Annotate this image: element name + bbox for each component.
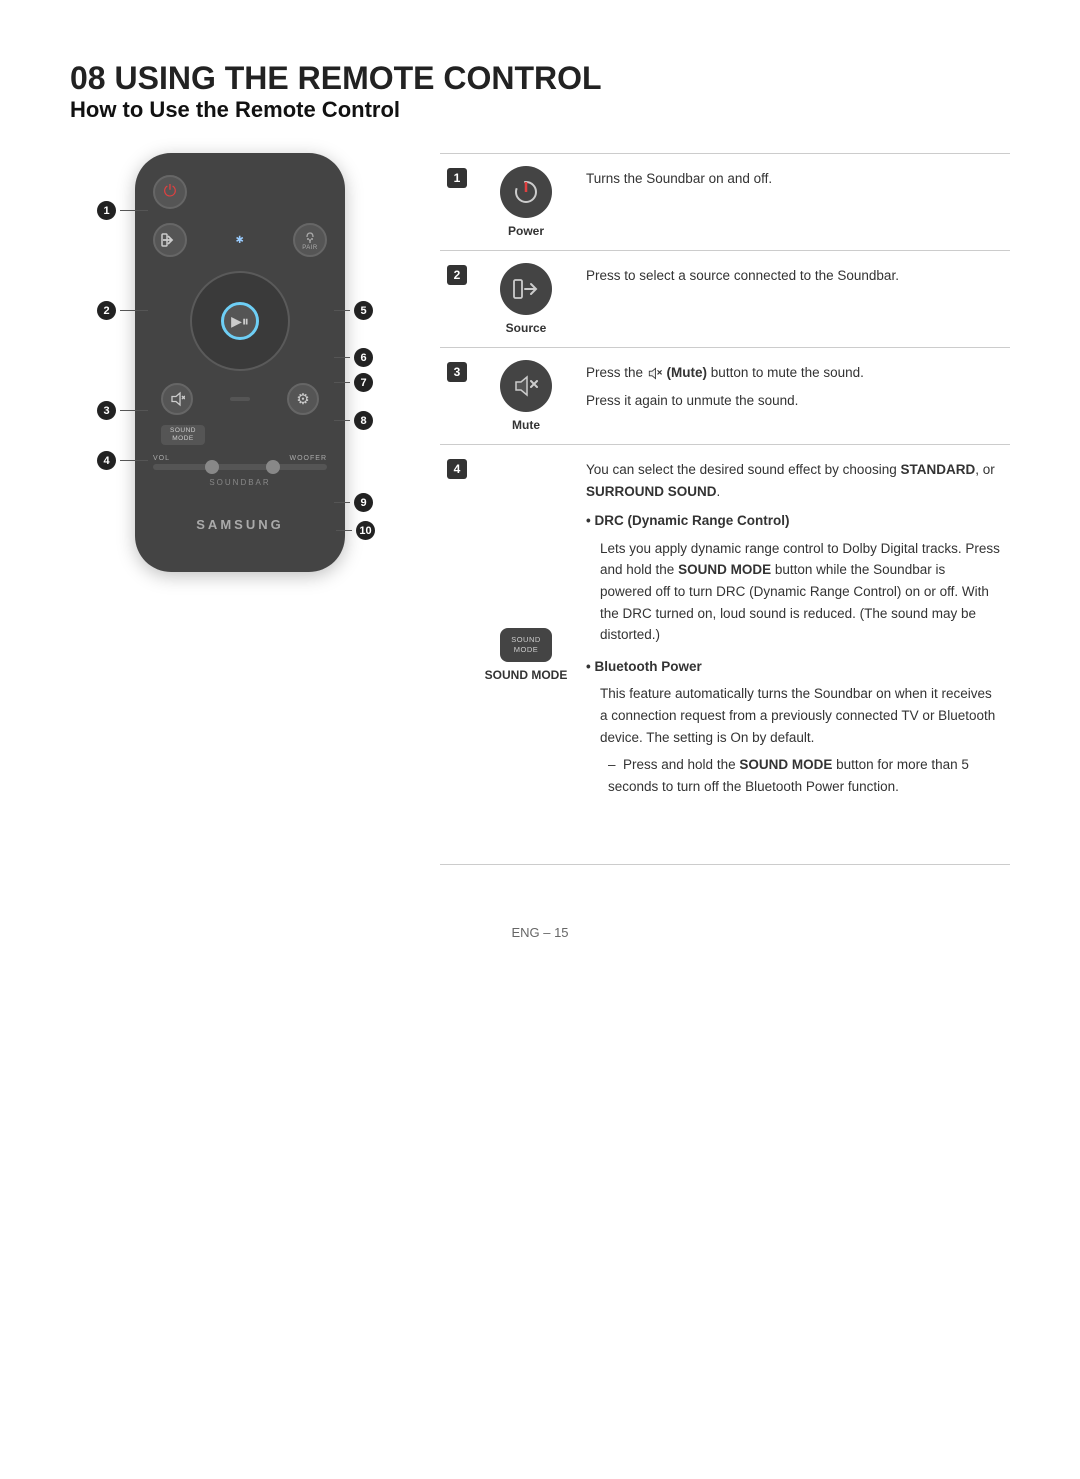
- soundbar-label: SOUNDBAR: [153, 478, 327, 487]
- annotation-9: 9: [354, 493, 373, 512]
- power-icon-label: Power: [508, 224, 544, 238]
- source-button-remote: [153, 223, 187, 257]
- table-row: 4 SOUND MODE SOUND MODE You can select t…: [440, 445, 1010, 865]
- soundmode-icon-label: SOUND MODE: [485, 668, 568, 682]
- table-row: 1 Power Turns the Soundbar on and off.: [440, 154, 1010, 251]
- annotation-7: 7: [354, 373, 373, 392]
- description-table: 1 Power Turns the Soundbar on and off. 2: [440, 153, 1010, 865]
- row-desc-source: Press to select a source connected to th…: [576, 251, 1010, 347]
- annotation-4: 4: [97, 451, 116, 470]
- table-row: 2 Source Press to select a source connec…: [440, 251, 1010, 348]
- table-row: 3 Mute Press the (Mute) button to mute t…: [440, 348, 1010, 445]
- annotation-1: 1: [97, 201, 116, 220]
- pair-label: PAIR: [302, 245, 318, 251]
- pair-button-remote: PAIR: [293, 223, 327, 257]
- annotation-2: 2: [97, 301, 116, 320]
- row-desc-mute: Press the (Mute) button to mute the soun…: [576, 348, 1010, 444]
- dpad-center: ▶⏸: [221, 302, 259, 340]
- vol-label: VOL: [153, 455, 170, 462]
- settings-button-remote: ⚙: [287, 383, 319, 415]
- samsung-brand: SAMSUNG: [153, 517, 327, 532]
- remote-illustration: 1 2 3 4 5: [70, 153, 410, 572]
- power-icon: [500, 166, 552, 218]
- row-num-4: 4: [440, 445, 476, 864]
- row-desc-soundmode: You can select the desired sound effect …: [576, 445, 1010, 864]
- annotation-8: 8: [354, 411, 373, 430]
- row-num-2: 2: [440, 251, 476, 347]
- mute-icon-label: Mute: [512, 418, 540, 432]
- source-icon: [500, 263, 552, 315]
- source-icon-label: Source: [506, 321, 547, 335]
- page-title: 08 USING THE REMOTE CONTROL: [70, 60, 1010, 97]
- annotation-3: 3: [97, 401, 116, 420]
- annotation-5: 5: [354, 301, 373, 320]
- soundmode-icon: SOUND MODE: [500, 628, 552, 662]
- row-num-3: 3: [440, 348, 476, 444]
- row-icon-source: Source: [476, 251, 576, 347]
- vol-slider: [153, 464, 327, 470]
- annotation-6: 6: [354, 348, 373, 367]
- row-icon-mute: Mute: [476, 348, 576, 444]
- section-title: How to Use the Remote Control: [70, 97, 1010, 123]
- remote-body: ⏻ ✱: [135, 153, 345, 572]
- row-icon-soundmode: SOUND MODE SOUND MODE: [476, 445, 576, 864]
- annotation-10: 10: [356, 521, 375, 540]
- row-icon-power: Power: [476, 154, 576, 250]
- page-footer: ENG – 15: [70, 925, 1010, 940]
- power-button-remote: ⏻: [153, 175, 187, 209]
- row-num-1: 1: [440, 154, 476, 250]
- mute-icon: [500, 360, 552, 412]
- row-desc-power: Turns the Soundbar on and off.: [576, 154, 1010, 250]
- soundmode-button-remote: SOUND MODE: [161, 425, 205, 445]
- mute-button-remote: [161, 383, 193, 415]
- woofer-label: WOOFER: [290, 455, 328, 462]
- dpad: ▶⏸: [190, 271, 290, 371]
